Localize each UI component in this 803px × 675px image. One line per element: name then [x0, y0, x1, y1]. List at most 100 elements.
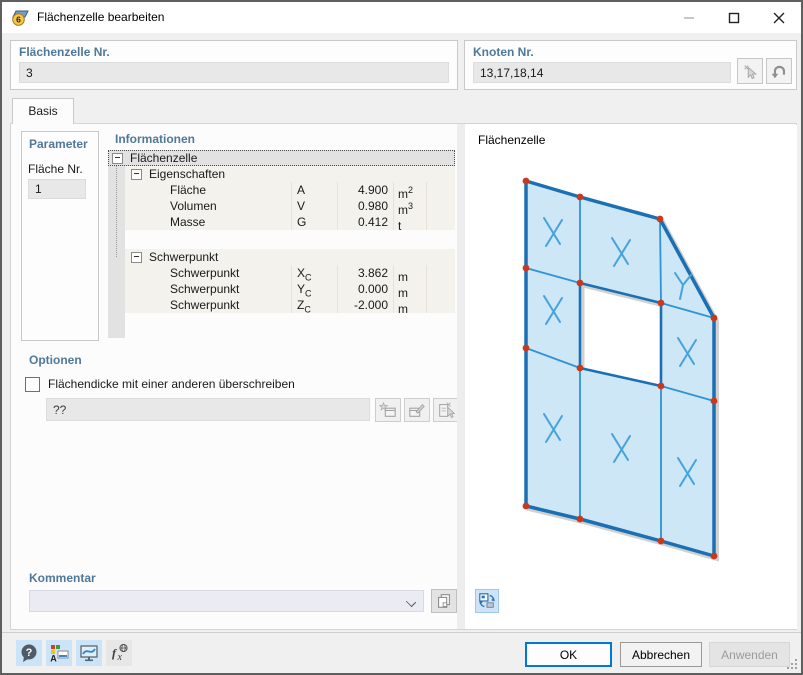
surface-fill: [526, 181, 714, 556]
row-name: Schwerpunkt: [170, 266, 240, 280]
select-nodes-button[interactable]: [737, 58, 763, 84]
informationen-tree: Flächenzelle Eigenschaften Fläche A 4.90…: [108, 150, 455, 340]
display-navigator-button[interactable]: A: [46, 640, 72, 666]
close-button[interactable]: [756, 2, 801, 33]
tree-row-flaeche[interactable]: Fläche A 4.900 m2: [125, 182, 455, 201]
new-item-icon: [379, 401, 396, 417]
edit-thickness-button: [404, 398, 430, 422]
thickness-input: [46, 398, 370, 421]
footer-bar: ? A f x OK Abbrechen Anwenden: [2, 632, 801, 673]
tab-page-basis: Parameter Fläche Nr. Informationen Fläch…: [10, 123, 797, 630]
preview-panel: Flächenzelle: [465, 125, 797, 629]
tree-row-schwerpunkt-z[interactable]: Schwerpunkt ZC -2.000 m: [125, 297, 455, 316]
node-number-input[interactable]: [473, 62, 731, 83]
close-icon: [773, 12, 784, 23]
row-unit: m: [393, 265, 426, 284]
tab-basis[interactable]: Basis: [12, 98, 74, 124]
optionen-title: Optionen: [29, 353, 82, 367]
row-symbol: A: [291, 182, 337, 198]
row-value: 0.000: [337, 281, 393, 297]
row-symbol: ZC: [291, 297, 337, 314]
kommentar-title: Kommentar: [29, 571, 96, 585]
row-unit: t: [393, 214, 426, 233]
apply-button: Anwenden: [709, 642, 790, 667]
remove-thickness-button: [433, 398, 459, 422]
pointer-select-icon: [744, 65, 758, 80]
undo-icon: [771, 65, 786, 79]
minimize-button[interactable]: [666, 2, 711, 33]
tree-row-label: Schwerpunkt: [149, 250, 219, 264]
surface-number-input[interactable]: [28, 179, 86, 199]
tree-row-schwerpunkt-group[interactable]: Schwerpunkt: [125, 249, 455, 265]
maximize-button[interactable]: [711, 2, 756, 33]
svg-text:A: A: [50, 654, 57, 664]
surface-number-label: Fläche Nr.: [28, 162, 83, 176]
cancel-button[interactable]: Abbrechen: [620, 642, 702, 667]
title-bar: 6 Flächenzelle bearbeiten: [2, 2, 801, 33]
copy-comment-button[interactable]: [431, 589, 457, 613]
window-title: Flächenzelle bearbeiten: [37, 10, 165, 24]
surface-cell-number-input[interactable]: [19, 62, 449, 83]
kommentar-combobox[interactable]: [29, 590, 424, 612]
svg-text:x: x: [117, 652, 123, 663]
svg-text:f: f: [112, 646, 117, 660]
surface-cell-number-label: Flächenzelle Nr.: [19, 45, 110, 59]
row-name: Schwerpunkt: [170, 298, 240, 312]
row-name: Fläche: [170, 183, 207, 197]
row-unit: m2: [393, 182, 426, 201]
sync-view-button[interactable]: [475, 589, 499, 613]
override-thickness-checkbox[interactable]: [25, 377, 40, 392]
surface-cell-preview-graphic: [522, 177, 719, 562]
node-number-group: Knoten Nr.: [464, 40, 797, 90]
ok-button[interactable]: OK: [525, 642, 612, 667]
row-name: Masse: [170, 215, 206, 229]
display-properties-button[interactable]: [76, 640, 102, 666]
new-thickness-button: [375, 398, 401, 422]
delete-select-icon: [439, 402, 455, 419]
minimize-icon: [683, 16, 694, 19]
tree-spacer: [125, 230, 455, 249]
tree-row-volumen[interactable]: Volumen V 0.980 m3: [125, 198, 455, 217]
tree-row-schwerpunkt-y[interactable]: Schwerpunkt YC 0.000 m: [125, 281, 455, 300]
navigator-icon: A: [50, 645, 69, 664]
tab-basis-label: Basis: [28, 104, 58, 118]
resize-grip[interactable]: [786, 658, 798, 670]
node-number-label: Knoten Nr.: [473, 45, 534, 59]
collapse-icon[interactable]: [112, 153, 123, 164]
override-thickness-label: Flächendicke mit einer anderen überschre…: [48, 377, 295, 391]
tree-row-flaechenzelle[interactable]: Flächenzelle: [108, 150, 455, 166]
collapse-icon[interactable]: [131, 169, 142, 180]
row-symbol: V: [291, 198, 337, 214]
dialog-window: 6 Flächenzelle bearbeiten Flächenzelle N…: [0, 0, 803, 675]
chevron-down-icon: [405, 596, 417, 608]
maximize-icon: [728, 12, 739, 23]
row-value: 4.900: [337, 182, 393, 198]
parameter-title: Parameter: [29, 137, 88, 151]
tree-row-label: Flächenzelle: [130, 151, 198, 165]
surface-cell-app-icon: 6: [12, 10, 29, 26]
help-icon: ?: [21, 644, 37, 662]
collapse-icon[interactable]: [131, 252, 142, 263]
row-symbol: G: [291, 214, 337, 230]
surface-cell-number-group: Flächenzelle Nr.: [10, 40, 458, 90]
tree-row-eigenschaften[interactable]: Eigenschaften: [125, 166, 455, 182]
tree-row-schwerpunkt-x[interactable]: Schwerpunkt XC 3.862 m: [125, 265, 455, 284]
row-value: -2.000: [337, 297, 393, 313]
sync-view-icon: [479, 593, 495, 608]
row-unit: m: [393, 297, 426, 316]
monitor-icon: [80, 645, 98, 662]
svg-text:?: ?: [26, 647, 33, 659]
row-value: 0.980: [337, 198, 393, 214]
row-name: Schwerpunkt: [170, 282, 240, 296]
copy-pages-icon: [438, 594, 450, 608]
tree-row-masse[interactable]: Masse G 0.412 t: [125, 214, 455, 233]
help-button[interactable]: ?: [16, 640, 42, 666]
row-value: 0.412: [337, 214, 393, 230]
parameter-panel: Parameter Fläche Nr.: [21, 131, 99, 341]
preview-title: Flächenzelle: [478, 133, 546, 147]
row-name: Volumen: [170, 199, 217, 213]
function-editor-button[interactable]: f x: [106, 640, 132, 666]
panel-splitter[interactable]: [457, 124, 465, 629]
undo-selection-button[interactable]: [766, 58, 792, 84]
row-symbol: XC: [291, 265, 337, 282]
